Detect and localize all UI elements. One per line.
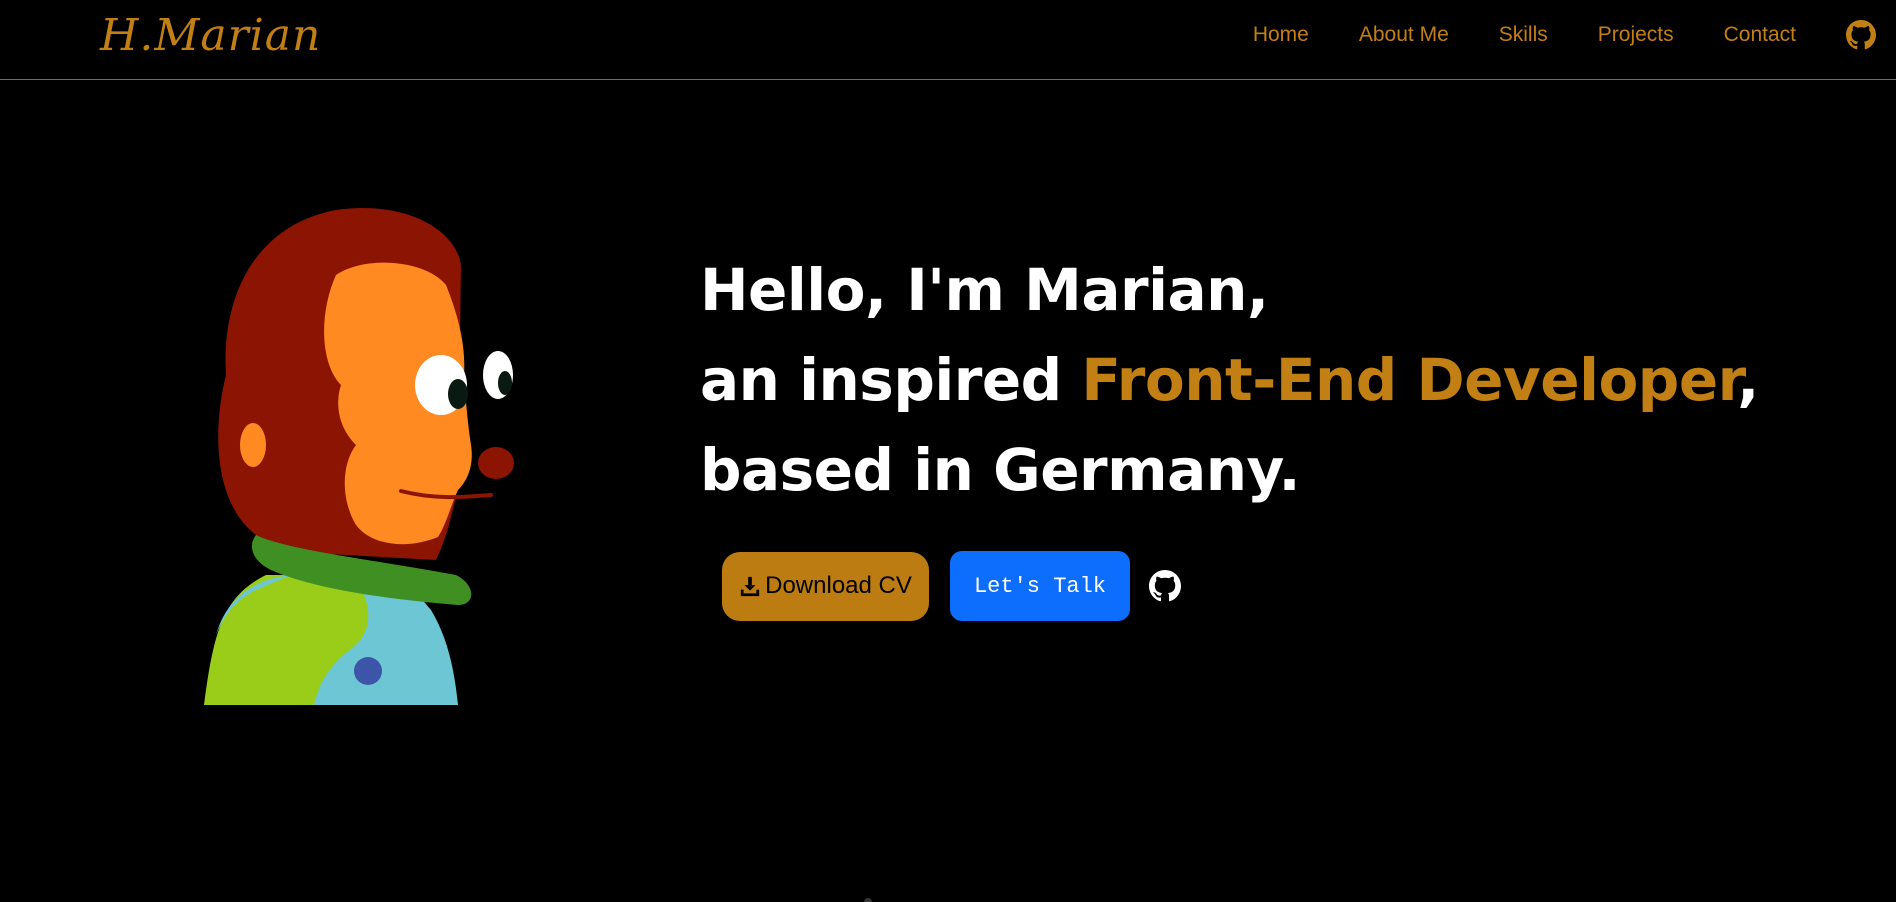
headline-line-2: an inspired Front-End Developer, [700, 335, 1759, 425]
headline-line-1: Hello, I'm Marian, [700, 256, 1269, 324]
headline-role: Front-End Developer [1081, 346, 1738, 414]
download-icon [739, 575, 761, 597]
top-navbar: H.Marian Home About Me Skills Projects C… [0, 0, 1896, 80]
download-cv-button[interactable]: Download CV [722, 551, 929, 621]
headline-line-2-prefix: an inspired [700, 346, 1082, 414]
hero-actions: Download CV Let's Talk [722, 551, 1181, 621]
hero-headline: Hello, I'm Marian, an inspired Front-End… [700, 245, 1759, 515]
main-nav: Home About Me Skills Projects Contact [1253, 0, 1876, 70]
github-icon[interactable] [1846, 20, 1876, 50]
nav-about-me[interactable]: About Me [1359, 23, 1449, 47]
lets-talk-button[interactable]: Let's Talk [950, 551, 1130, 621]
avatar-illustration [196, 205, 526, 705]
scroll-indicator [864, 898, 872, 902]
nav-skills[interactable]: Skills [1499, 23, 1548, 47]
nav-home[interactable]: Home [1253, 23, 1309, 47]
github-icon[interactable] [1149, 570, 1181, 602]
site-logo[interactable]: H.Marian [100, 10, 321, 61]
headline-line-3: based in Germany. [700, 436, 1301, 504]
headline-line-2-suffix: , [1737, 346, 1759, 414]
nav-contact[interactable]: Contact [1724, 23, 1796, 47]
nav-projects[interactable]: Projects [1598, 23, 1674, 47]
download-cv-label: Download CV [765, 572, 912, 599]
